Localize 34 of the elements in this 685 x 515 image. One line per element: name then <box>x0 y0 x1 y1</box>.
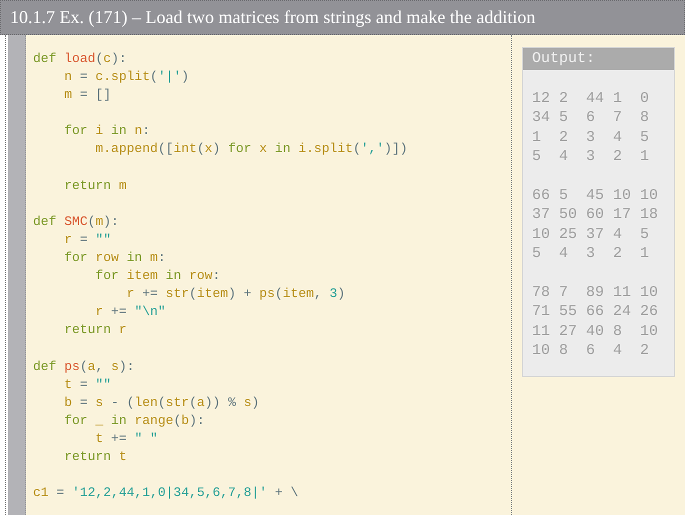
code-line: r += "\n" <box>94 303 166 322</box>
output-line: 78 7 89 11 10 <box>532 282 658 302</box>
output-label: Output: <box>523 48 674 70</box>
code-line: r += str(item) + ps(item, 3) <box>126 285 346 304</box>
output-line: 5 4 3 2 1 <box>532 147 650 167</box>
output-line: 1 2 3 4 5 <box>532 128 650 148</box>
code-line: def SMC(m): <box>33 212 119 231</box>
code-line: for _ in range(b): <box>63 412 205 430</box>
code-line: c1 = '12,2,44,1,0|34,5,6,7,8|' + \ <box>33 484 298 502</box>
window-title: 10.1.7 Ex. (171) – Load two matrices from strings and make the addition <box>0 0 685 35</box>
output-line: 66 5 45 10 10 <box>532 186 658 206</box>
code-line: m = [] <box>63 86 112 104</box>
code-line: for row in m: <box>63 249 166 268</box>
output-line: 37 50 60 17 18 <box>532 205 658 225</box>
output-line: 34 5 6 7 8 <box>532 108 650 128</box>
code-line: return m <box>63 176 127 195</box>
output-line: 10 8 6 4 2 <box>532 341 650 360</box>
output-line: 71 55 66 24 26 <box>532 302 658 322</box>
code-line: r = "" <box>63 230 112 249</box>
code-line: def load(c): <box>33 50 127 68</box>
output-line: 5 4 3 2 1 <box>532 244 650 264</box>
code-line: return t <box>63 448 127 466</box>
code-line: t = "" <box>63 376 112 394</box>
code-line: for i in n: <box>63 122 150 140</box>
code-line: def ps(a, s): <box>33 358 134 376</box>
code-line: n = c.split('|') <box>63 68 190 86</box>
output-line: 10 25 37 4 5 <box>532 224 650 244</box>
code-line: for item in row: <box>94 267 220 286</box>
code-line: t += " " <box>94 430 158 448</box>
code-line: return r <box>63 321 127 340</box>
output-line: 11 27 40 8 10 <box>532 322 658 342</box>
output-line: 12 2 44 1 0 <box>532 89 650 108</box>
code-line: b = s - (len(str(a)) % s) <box>63 394 260 412</box>
code-line: m.append([int(x) for x in i.split(',')]) <box>94 140 408 158</box>
